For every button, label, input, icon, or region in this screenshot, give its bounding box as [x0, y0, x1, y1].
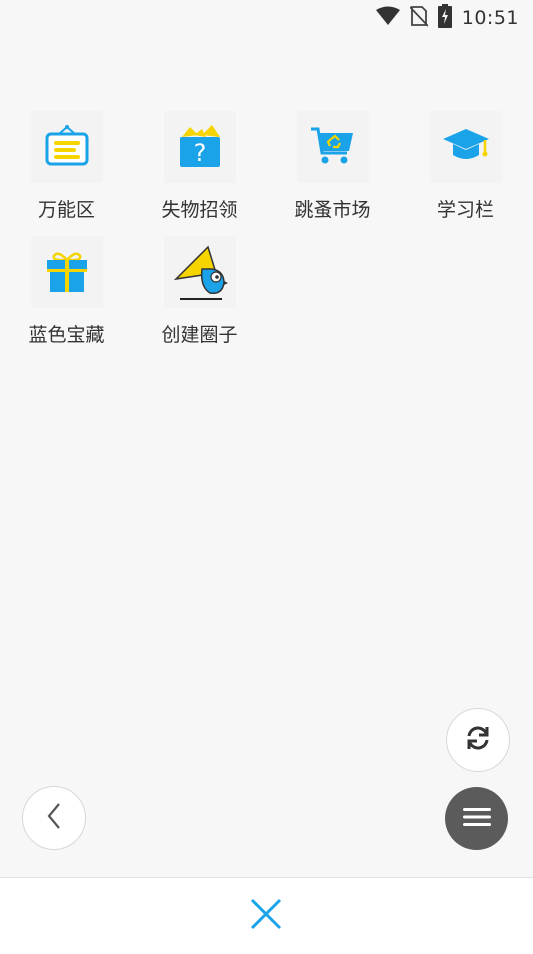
refresh-icon — [463, 723, 493, 757]
svg-text:?: ? — [193, 139, 206, 167]
chevron-left-icon — [44, 801, 64, 835]
refresh-button[interactable] — [446, 708, 510, 772]
gift-icon — [30, 236, 103, 308]
menu-button[interactable] — [445, 787, 508, 850]
hamburger-icon — [462, 806, 491, 832]
lost-box-icon: ? — [163, 111, 236, 183]
grid-item-label: 蓝色宝藏 — [28, 324, 105, 346]
wifi-icon — [375, 6, 400, 30]
bird-horn-icon — [163, 236, 236, 308]
bottom-bar — [0, 877, 533, 954]
grid-item-label: 失物招领 — [161, 199, 238, 221]
grid-item-flea-market[interactable]: 跳蚤市场 — [266, 110, 399, 228]
close-icon — [249, 897, 283, 935]
battery-charging-icon — [437, 4, 452, 32]
grid-item-label: 万能区 — [37, 199, 95, 221]
grid-item-label: 学习栏 — [436, 199, 494, 221]
no-sim-icon — [409, 5, 429, 31]
grid-item-blue-treasure[interactable]: 蓝色宝藏 — [0, 235, 133, 353]
recycle-cart-icon — [296, 111, 369, 183]
status-bar: 10:51 — [0, 0, 533, 36]
grid-item-study-board[interactable]: 学习栏 — [399, 110, 532, 228]
grid-item-lost-and-found[interactable]: ? 失物招领 — [133, 110, 266, 228]
grid-item-create-circle[interactable]: 创建圈子 — [133, 235, 266, 353]
grid-item-universal-zone[interactable]: 万能区 — [0, 110, 133, 228]
notice-board-icon — [30, 111, 103, 183]
back-button[interactable] — [22, 786, 86, 850]
graduation-cap-icon — [429, 111, 502, 183]
grid-item-label: 跳蚤市场 — [294, 199, 371, 221]
close-button[interactable] — [246, 896, 286, 936]
status-time: 10:51 — [461, 7, 519, 29]
status-icons: 10:51 — [375, 4, 519, 32]
grid-item-label: 创建圈子 — [161, 324, 238, 346]
